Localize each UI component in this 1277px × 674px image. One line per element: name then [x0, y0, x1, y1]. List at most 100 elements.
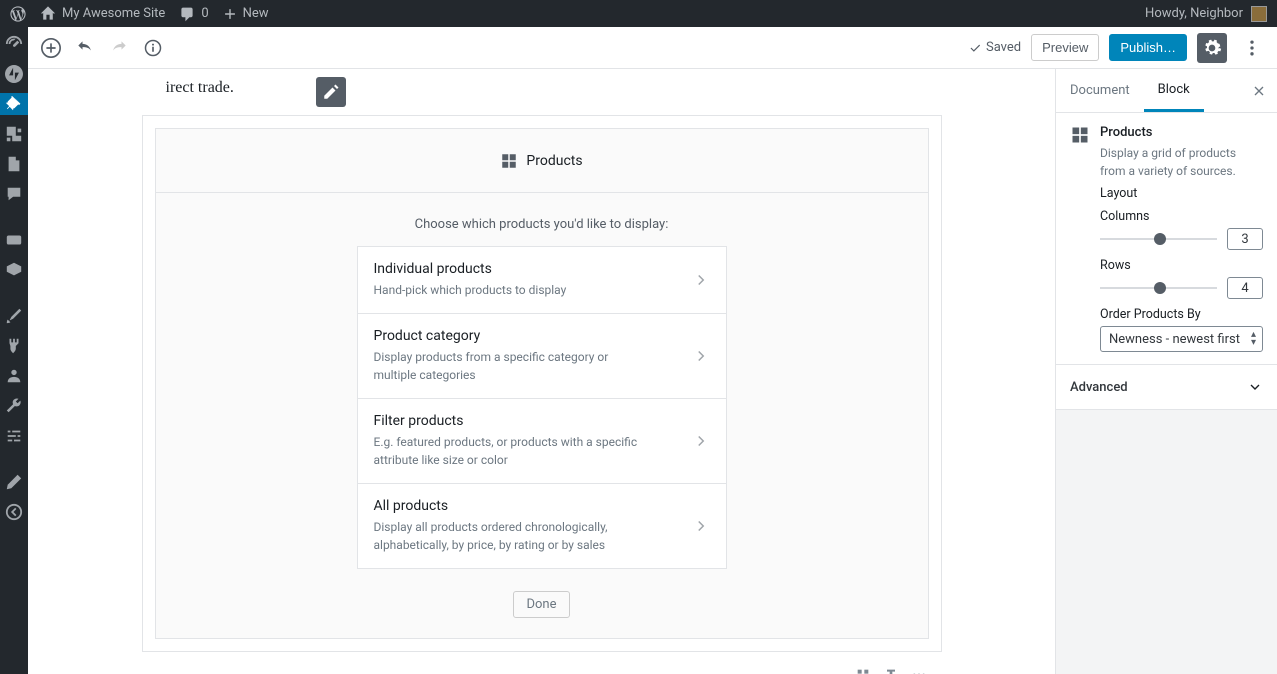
sidebar-item-users[interactable]	[0, 365, 28, 387]
block-more[interactable]	[908, 664, 930, 674]
new-content-link[interactable]: New	[223, 6, 269, 21]
option-filter-products[interactable]: Filter productsE.g. featured products, o…	[358, 399, 726, 484]
editor-topbar: Saved Preview Publish…	[28, 27, 1277, 69]
user-icon	[5, 367, 23, 385]
sidebar-item-media[interactable]	[0, 123, 28, 145]
redo-icon	[109, 38, 129, 58]
done-button: Done	[513, 591, 569, 618]
collapse-icon	[5, 503, 23, 521]
block-vis-toggle[interactable]	[852, 664, 874, 674]
undo-icon	[75, 38, 95, 58]
chevron-down-icon	[1247, 379, 1263, 395]
block-prompt: Choose which products you'd like to disp…	[156, 193, 928, 246]
pencil-icon	[322, 83, 340, 101]
archive-icon	[5, 261, 23, 279]
sidebar-item-comments[interactable]	[0, 183, 28, 205]
close-icon	[1251, 83, 1267, 99]
chevron-right-icon	[692, 347, 710, 365]
avatar[interactable]	[1251, 6, 1267, 22]
block-actions	[142, 664, 942, 674]
sidebar-item-posts[interactable]	[0, 93, 28, 115]
grid-icon	[1070, 125, 1090, 145]
woo-icon	[5, 231, 23, 249]
product-source-options: Individual productsHand-pick which produ…	[357, 246, 727, 569]
tab-block[interactable]: Block	[1144, 69, 1204, 112]
option-individual-products[interactable]: Individual productsHand-pick which produ…	[358, 247, 726, 314]
howdy-greeting[interactable]: Howdy, Neighbor	[1145, 6, 1243, 21]
paragraph-block[interactable]: irect trade.	[142, 79, 942, 97]
advanced-section[interactable]: Advanced	[1056, 365, 1277, 410]
sidebar-item-edit[interactable]	[0, 471, 28, 493]
sidebar-item-dashboard[interactable]	[0, 33, 28, 55]
content-structure-button[interactable]	[140, 35, 166, 61]
info-icon	[143, 38, 163, 58]
comments-link[interactable]: 0	[179, 6, 208, 22]
columns-label: Columns	[1100, 209, 1263, 224]
option-product-category[interactable]: Product categoryDisplay products from a …	[358, 314, 726, 399]
block-header: Products	[156, 129, 928, 193]
close-panel-button[interactable]	[1241, 69, 1277, 112]
more-options-button[interactable]	[1237, 33, 1267, 63]
order-select[interactable]: Newness - newest first ▴▾	[1100, 326, 1263, 352]
more-vertical-icon	[1242, 38, 1262, 58]
sliders-icon	[5, 427, 23, 445]
sidebar-item-woocommerce[interactable]	[0, 229, 28, 251]
sidebar-item-collapse[interactable]	[0, 501, 28, 523]
rows-label: Rows	[1100, 258, 1263, 273]
order-label: Order Products By	[1100, 307, 1263, 322]
add-block-button[interactable]	[38, 35, 64, 61]
plus-icon	[223, 7, 237, 21]
grid-icon	[500, 152, 518, 170]
rows-value[interactable]: 4	[1227, 277, 1263, 299]
format-icon	[883, 667, 899, 674]
jetpack-icon	[5, 65, 23, 83]
gear-icon	[1202, 38, 1222, 58]
products-block-wrapper: Products Choose which products you'd lik…	[142, 115, 942, 652]
option-all-products[interactable]: All productsDisplay all products ordered…	[358, 484, 726, 568]
sidebar-item-appearance[interactable]	[0, 305, 28, 327]
comment-icon	[179, 6, 195, 22]
more-horizontal-icon	[911, 667, 927, 674]
sidebar-item-jetpack[interactable]	[0, 63, 28, 85]
select-arrows-icon: ▴▾	[1251, 331, 1256, 347]
chevron-right-icon	[692, 432, 710, 450]
admin-bar: My Awesome Site 0 New Howdy, Neighbor	[0, 0, 1277, 27]
publish-button[interactable]: Publish…	[1109, 34, 1187, 61]
check-icon	[968, 41, 982, 55]
tab-document[interactable]: Document	[1056, 69, 1144, 112]
brush-icon	[5, 307, 23, 325]
site-name-link[interactable]: My Awesome Site	[40, 6, 165, 22]
pin-icon	[5, 95, 23, 113]
sidebar-item-products[interactable]	[0, 259, 28, 281]
columns-slider[interactable]	[1100, 238, 1217, 240]
sidebar-item-tools[interactable]	[0, 395, 28, 417]
plug-icon	[5, 337, 23, 355]
chevron-right-icon	[692, 517, 710, 535]
wordpress-icon	[10, 6, 26, 22]
toggle-settings-button[interactable]	[1197, 33, 1227, 63]
sidebar-item-pages[interactable]	[0, 153, 28, 175]
block-edit-toolbar[interactable]	[316, 77, 346, 107]
columns-value[interactable]: 3	[1227, 228, 1263, 250]
new-label: New	[243, 6, 269, 21]
comments-count: 0	[201, 6, 208, 21]
settings-panel: Document Block Products Display a grid o…	[1055, 69, 1277, 674]
plus-circle-icon	[40, 37, 62, 59]
panel-block-name: Products	[1100, 125, 1263, 140]
home-icon	[40, 6, 56, 22]
redo-button	[106, 35, 132, 61]
pages-icon	[5, 155, 23, 173]
sidebar-item-settings[interactable]	[0, 425, 28, 447]
comment-solid-icon	[5, 185, 23, 203]
preview-button[interactable]: Preview	[1031, 34, 1099, 61]
site-name: My Awesome Site	[62, 6, 165, 21]
wp-logo[interactable]	[10, 6, 26, 22]
rows-slider[interactable]	[1100, 287, 1217, 289]
block-title: Products	[526, 153, 582, 169]
block-text-style[interactable]	[880, 664, 902, 674]
chevron-right-icon	[692, 271, 710, 289]
undo-button[interactable]	[72, 35, 98, 61]
sidebar-item-plugins[interactable]	[0, 335, 28, 357]
editor-canvas[interactable]: irect trade. Products Choose which produ…	[28, 69, 1055, 674]
layout-section-label: Layout	[1100, 186, 1263, 201]
